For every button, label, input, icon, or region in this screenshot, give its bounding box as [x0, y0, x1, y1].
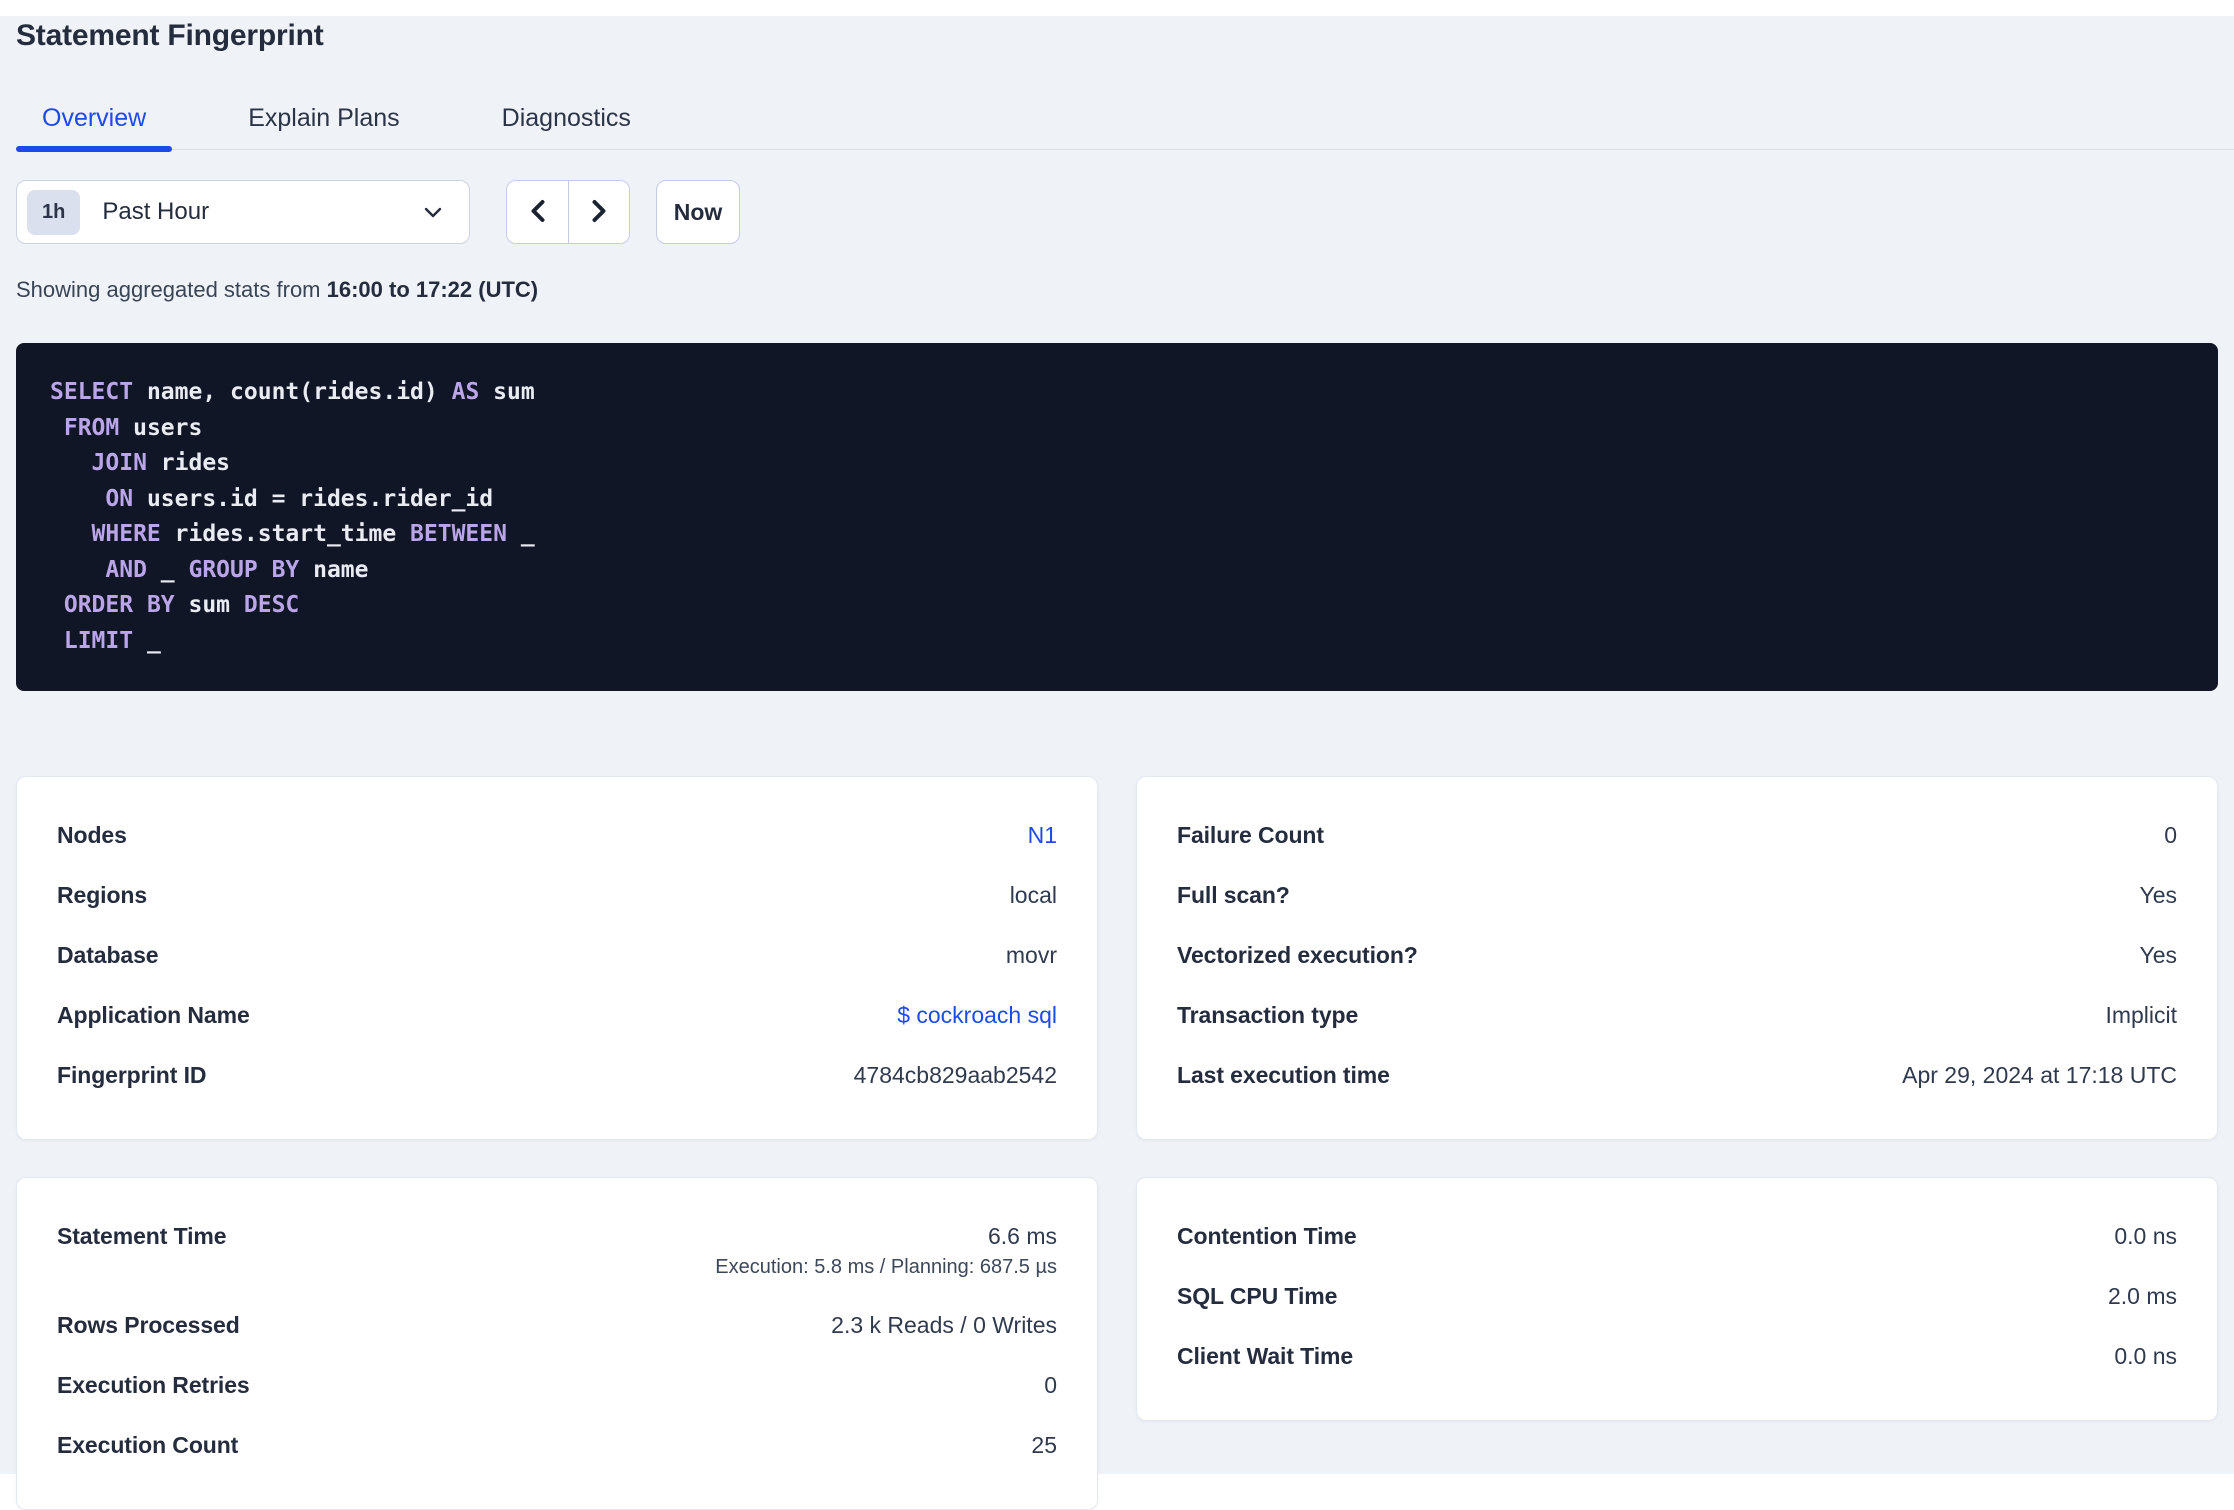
statement-details-card: Nodes N1 Regions local Database movr Applicati… — [16, 776, 1098, 1140]
tab-explain-plans[interactable]: Explain Plans — [222, 96, 425, 149]
time-interval-select[interactable]: 1h Past Hour — [16, 180, 470, 244]
sql-statement-box: SELECT name, count(rides.id) AS sum FROM… — [16, 343, 2218, 691]
kv-row: Execution Retries 0 — [57, 1371, 1057, 1399]
sql-line: SELECT name, count(rides.id) AS sum — [50, 379, 535, 405]
kv-row: Contention Time 0.0 ns — [1177, 1222, 2177, 1250]
kv-label: Nodes — [57, 822, 127, 848]
time-interval-label: Past Hour — [102, 198, 210, 225]
kv-value: 25 — [1031, 1432, 1057, 1458]
chevron-left-icon — [525, 196, 551, 229]
kv-value-link[interactable]: $ cockroach sql — [897, 1001, 1057, 1029]
sql-line: JOIN rides — [91, 450, 231, 476]
kv-value: 0.0 ns — [2114, 1343, 2177, 1369]
kv-value: 6.6 ms — [987, 1223, 1057, 1249]
tab-overview[interactable]: Overview — [16, 96, 173, 152]
timing-metrics-card: Contention Time 0.0 ns SQL CPU Time 2.0 ms C… — [1136, 1177, 2218, 1421]
aggregated-stats-line: Showing aggregated stats from 16:00 to 1… — [16, 276, 2218, 303]
kv-label: Regions — [57, 882, 148, 908]
kv-value: 0 — [1044, 1372, 1057, 1398]
kv-value: 2.0 ms — [2107, 1283, 2177, 1309]
kv-label: Rows Processed — [57, 1312, 240, 1338]
now-button[interactable]: Now — [656, 180, 740, 244]
kv-value: movr — [1005, 942, 1057, 968]
sql-line: WHERE rides.start_time BETWEEN _ — [91, 521, 535, 547]
kv-value: Apr 29, 2024 at 17:18 UTC — [1902, 1062, 2177, 1088]
kv-label: Vectorized execution? — [1177, 942, 1418, 968]
time-picker-row: 1h Past Hour Now — [16, 180, 2218, 244]
tab-diagnostics[interactable]: Diagnostics — [476, 96, 657, 149]
kv-row: Fingerprint ID 4784cb829aab2542 — [57, 1061, 1057, 1089]
details-cards-row: Nodes N1 Regions local Database movr Applicati… — [16, 776, 2218, 1140]
kv-label: Application Name — [57, 1002, 250, 1028]
sql-line: FROM users — [63, 414, 203, 441]
time-step-button-group — [506, 180, 630, 244]
sql-line: AND _ GROUP BY name — [105, 556, 369, 583]
sql-line: LIMIT _ — [63, 627, 161, 654]
sql-line: ON users.id = rides.rider_id — [105, 485, 494, 512]
kv-row: Regions local — [57, 881, 1057, 909]
tabs-bar: Overview Explain Plans Diagnostics — [16, 96, 2234, 152]
kv-label: Contention Time — [1177, 1223, 1357, 1249]
kv-value: Yes — [2139, 942, 2177, 968]
kv-label: Fingerprint ID — [57, 1062, 207, 1088]
kv-label: Database — [57, 942, 159, 968]
kv-value: 2.3 k Reads / 0 Writes — [831, 1312, 1057, 1338]
kv-label: Execution Count — [57, 1432, 239, 1458]
kv-label: Statement Time — [57, 1223, 227, 1249]
kv-label: Transaction type — [1177, 1002, 1359, 1028]
interval-badge: 1h — [27, 189, 81, 235]
kv-label: Failure Count — [1177, 822, 1324, 848]
kv-value: local — [1009, 882, 1057, 908]
chevron-right-icon — [586, 196, 612, 229]
kv-row: Database movr — [57, 941, 1057, 969]
kv-label: Full scan? — [1177, 882, 1290, 908]
kv-row: Full scan? Yes — [1177, 881, 2177, 909]
statement-metrics-card: Statement Time 6.6 ms Execution: 5.8 ms / … — [16, 1177, 1098, 1510]
stats-line-range: 16:00 to 17:22 (UTC) — [326, 277, 539, 302]
kv-row: Rows Processed 2.3 k Reads / 0 Writes — [57, 1311, 1057, 1339]
metrics-cards-row: Statement Time 6.6 ms Execution: 5.8 ms / … — [16, 1177, 2218, 1510]
kv-value: Yes — [2139, 882, 2177, 908]
kv-value: Implicit — [2105, 1002, 2177, 1028]
next-interval-button[interactable] — [568, 181, 629, 243]
execution-attributes-card: Failure Count 0 Full scan? Yes Vectorized ex… — [1136, 776, 2218, 1140]
page-title: Statement Fingerprint — [16, 19, 324, 52]
kv-row: Transaction type Implicit — [1177, 1001, 2177, 1029]
kv-subvalue: Execution: 5.8 ms / Planning: 687.5 µs — [715, 1256, 1057, 1278]
previous-interval-button[interactable] — [507, 181, 568, 243]
stats-line-prefix: Showing aggregated stats from — [16, 277, 327, 302]
kv-row: Nodes N1 — [57, 821, 1057, 849]
kv-label: SQL CPU Time — [1177, 1283, 1338, 1309]
kv-row: Last execution time Apr 29, 2024 at 17:18… — [1177, 1061, 2177, 1089]
kv-row: Execution Count 25 — [57, 1431, 1057, 1459]
kv-label: Execution Retries — [57, 1372, 250, 1398]
kv-row: Statement Time 6.6 ms Execution: 5.8 ms / … — [57, 1222, 1057, 1279]
kv-label: Last execution time — [1177, 1062, 1390, 1088]
kv-row: Client Wait Time 0.0 ns — [1177, 1342, 2177, 1370]
kv-value: 4784cb829aab2542 — [853, 1062, 1057, 1088]
kv-row: Vectorized execution? Yes — [1177, 941, 2177, 969]
kv-row: Application Name $ cockroach sql — [57, 1001, 1057, 1029]
sql-line: ORDER BY sum DESC — [63, 592, 300, 618]
kv-value-link[interactable]: N1 — [1028, 821, 1057, 849]
kv-value: 0 — [2164, 822, 2177, 848]
kv-label: Client Wait Time — [1177, 1343, 1354, 1369]
kv-value: 0.0 ns — [2114, 1223, 2177, 1249]
kv-row: Failure Count 0 — [1177, 821, 2177, 849]
kv-row: SQL CPU Time 2.0 ms — [1177, 1282, 2177, 1310]
chevron-down-icon — [421, 200, 445, 224]
